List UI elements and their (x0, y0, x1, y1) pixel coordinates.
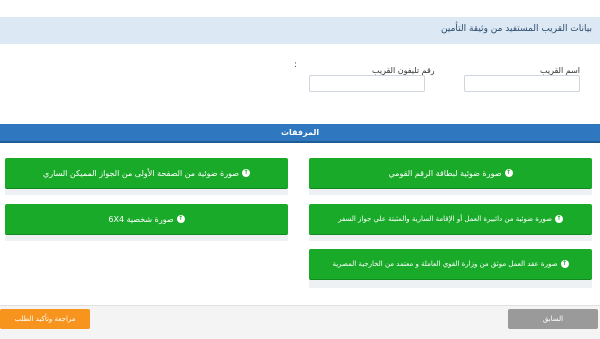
card-shadow (309, 278, 592, 288)
relative-name-input[interactable] (464, 75, 580, 92)
upload-icon: ↑ (560, 260, 569, 268)
card-shadow (309, 187, 592, 195)
upload-icon: ↑ (554, 215, 563, 223)
attachments-header: المرفقات (0, 124, 600, 143)
upload-passport-button[interactable]: ↑ صورة ضوئية من الصفحة الأولى من الجواز … (5, 158, 288, 188)
upload-icon: ↑ (504, 169, 513, 177)
upload-label: صورة ضوئية من الصفحة الأولى من الجواز ال… (43, 168, 240, 178)
upload-label: صورة شخصية 6X4 (108, 214, 174, 224)
card-shadow (5, 187, 288, 195)
upload-icon: ↑ (242, 169, 251, 177)
card-shadow (5, 233, 288, 241)
section-header: بيانات القريب المستفيد من وثيقة التأمين (0, 17, 600, 44)
relative-name-label: اسم القريب (540, 66, 580, 75)
upload-contract-button[interactable]: ↑ صورة عقد العمل موثق من وزارة القوي الع… (309, 249, 592, 279)
section-title: بيانات القريب المستفيد من وثيقة التأمين (441, 24, 592, 34)
relative-phone-label: رقم تليفون القريب (372, 66, 435, 75)
upload-photo-button[interactable]: ↑ صورة شخصية 6X4 (5, 204, 288, 234)
upload-residence-button[interactable]: ↑ صورة ضوئية من دائبيرة العمل أو الإقامة… (309, 204, 592, 234)
relative-phone-input[interactable] (309, 75, 425, 92)
upload-label: صورة ضوئية من دائبيرة العمل أو الإقامة ا… (338, 215, 552, 223)
upload-icon: ↑ (176, 215, 185, 223)
attachments-title: المرفقات (280, 128, 320, 137)
review-confirm-button[interactable]: مراجعة وتأكيد الطلب (0, 309, 90, 329)
upload-national-id-button[interactable]: ↑ صورة ضوئية لبطاقة الرقم القومي (309, 158, 592, 188)
upload-label: صورة ضوئية لبطاقة الرقم القومي (388, 168, 502, 178)
back-button[interactable]: السابق (508, 309, 598, 329)
field-separator: : (294, 60, 298, 70)
upload-label: صورة عقد العمل موثق من وزارة القوي العام… (332, 260, 558, 268)
card-shadow (309, 233, 592, 241)
